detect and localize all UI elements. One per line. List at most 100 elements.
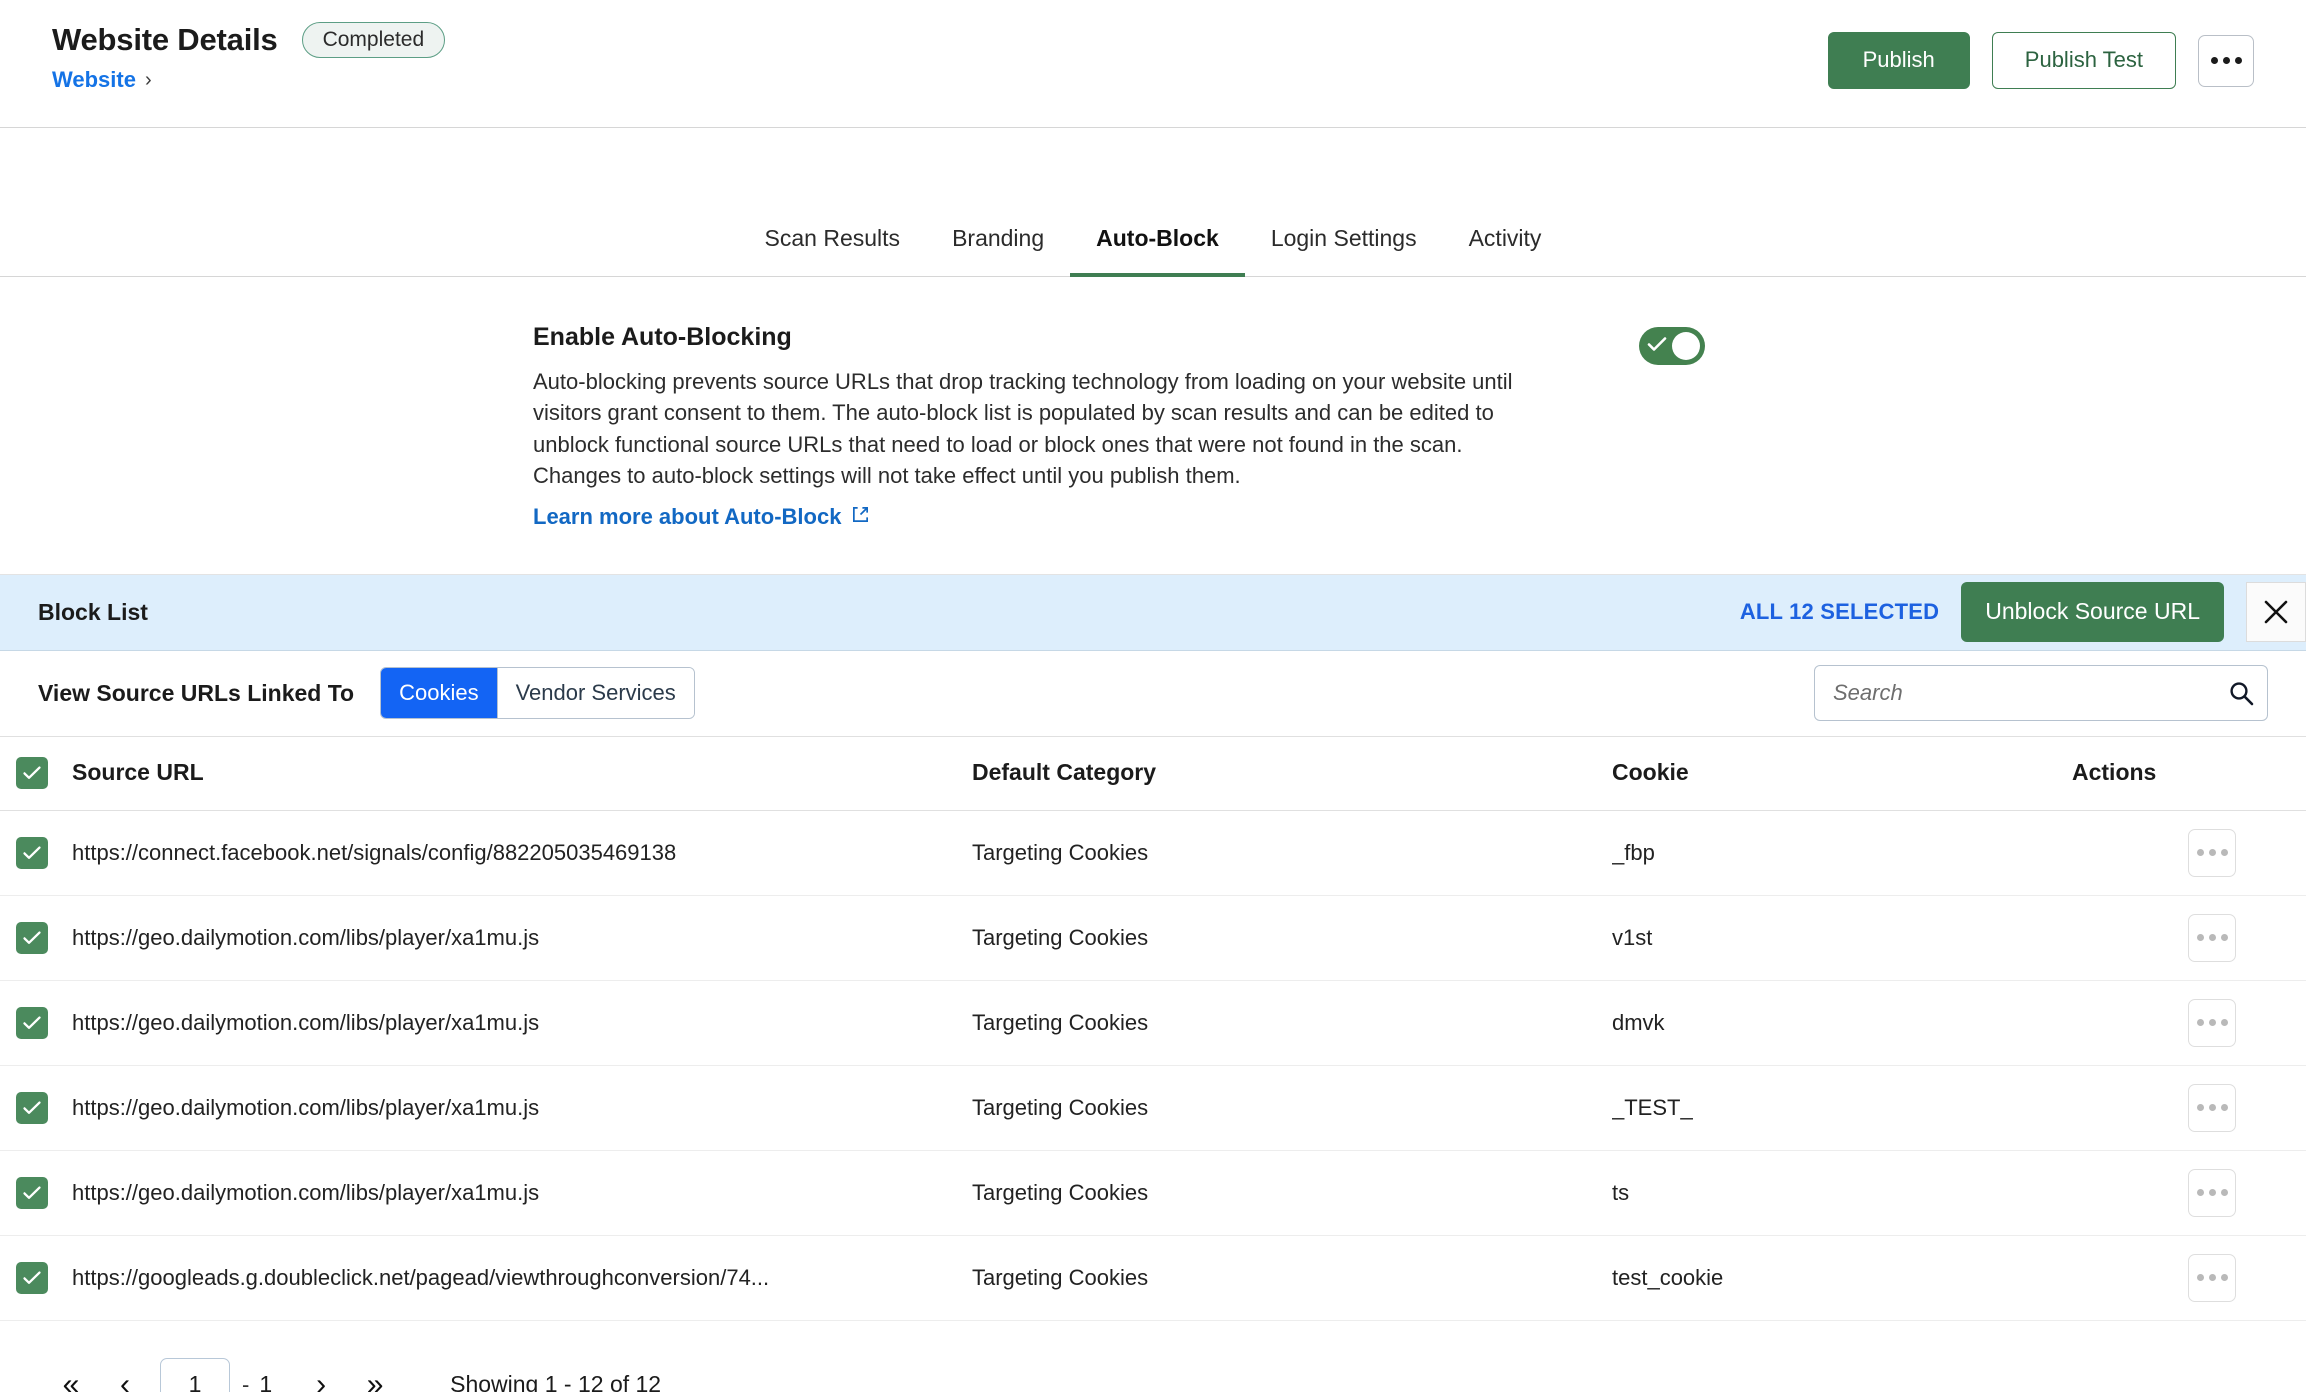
row-select-cell xyxy=(0,980,72,1065)
cell-default-category: Targeting Cookies xyxy=(972,1235,1612,1320)
row-checkbox[interactable] xyxy=(16,1007,48,1039)
cell-source-url: https://connect.facebook.net/signals/con… xyxy=(72,810,972,895)
cell-actions xyxy=(2072,810,2306,895)
close-selection-button[interactable] xyxy=(2246,582,2306,642)
block-list-table: Source URL Default Category Cookie Actio… xyxy=(0,737,2306,1321)
segment-vendor-services[interactable]: Vendor Services xyxy=(497,668,694,718)
cell-cookie: _fbp xyxy=(1612,810,2072,895)
segment-cookies[interactable]: Cookies xyxy=(381,668,496,718)
chevron-right-icon: › xyxy=(145,70,152,90)
toggle-knob xyxy=(1672,332,1700,360)
tab-scan-results[interactable]: Scan Results xyxy=(739,225,927,276)
external-link-icon xyxy=(851,504,870,530)
table-row: https://geo.dailymotion.com/libs/player/… xyxy=(0,1150,2306,1235)
row-select-cell xyxy=(0,1065,72,1150)
block-list-title: Block List xyxy=(38,599,148,626)
cell-actions xyxy=(2072,895,2306,980)
table-row: https://googleads.g.doubleclick.net/page… xyxy=(0,1235,2306,1320)
row-checkbox[interactable] xyxy=(16,1262,48,1294)
cell-source-url: https://geo.dailymotion.com/libs/player/… xyxy=(72,1150,972,1235)
ellipsis-icon xyxy=(2197,1274,2228,1281)
tab-activity[interactable]: Activity xyxy=(1443,225,1568,276)
first-page-button[interactable]: « xyxy=(44,1358,98,1392)
cell-source-url: https://googleads.g.doubleclick.net/page… xyxy=(72,1235,972,1320)
cell-source-url: https://geo.dailymotion.com/libs/player/… xyxy=(72,980,972,1065)
row-checkbox[interactable] xyxy=(16,837,48,869)
pagination: « ‹ - 1 › » Showing 1 - 12 of 12 xyxy=(0,1321,2306,1392)
unblock-source-url-button[interactable]: Unblock Source URL xyxy=(1961,582,2224,642)
auto-block-section: Enable Auto-Blocking Auto-blocking preve… xyxy=(0,277,2306,575)
all-selected-label[interactable]: ALL 12 SELECTED xyxy=(1740,599,1939,625)
row-actions-button[interactable] xyxy=(2188,829,2236,877)
publish-button[interactable]: Publish xyxy=(1828,32,1970,89)
column-header-actions: Actions xyxy=(2072,737,2306,811)
table-row: https://geo.dailymotion.com/libs/player/… xyxy=(0,980,2306,1065)
cell-cookie: test_cookie xyxy=(1612,1235,2072,1320)
cell-default-category: Targeting Cookies xyxy=(972,980,1612,1065)
tab-login-settings[interactable]: Login Settings xyxy=(1245,225,1443,276)
row-select-cell xyxy=(0,1235,72,1320)
cell-source-url: https://geo.dailymotion.com/libs/player/… xyxy=(72,895,972,980)
tab-auto-block[interactable]: Auto-Block xyxy=(1070,225,1245,276)
header-actions: Publish Publish Test xyxy=(1828,32,2254,89)
auto-block-heading: Enable Auto-Blocking xyxy=(533,323,1563,352)
linked-to-segmented-control: Cookies Vendor Services xyxy=(380,667,695,719)
table-row: https://connect.facebook.net/signals/con… xyxy=(0,810,2306,895)
row-checkbox[interactable] xyxy=(16,1177,48,1209)
learn-more-label: Learn more about Auto-Block xyxy=(533,504,841,530)
close-icon xyxy=(2262,598,2290,626)
learn-more-link[interactable]: Learn more about Auto-Block xyxy=(533,504,870,530)
check-icon xyxy=(1647,336,1667,356)
cell-cookie: v1st xyxy=(1612,895,2072,980)
search-input[interactable] xyxy=(1814,665,2268,721)
cell-actions xyxy=(2072,1065,2306,1150)
showing-count: Showing 1 - 12 of 12 xyxy=(450,1371,661,1392)
publish-test-button[interactable]: Publish Test xyxy=(1992,32,2176,89)
auto-block-text: Enable Auto-Blocking Auto-blocking preve… xyxy=(533,323,1563,530)
total-pages: 1 xyxy=(259,1371,272,1392)
more-options-button[interactable] xyxy=(2198,35,2254,87)
breadcrumb-link-website[interactable]: Website xyxy=(52,67,136,93)
cell-cookie: ts xyxy=(1612,1150,2072,1235)
ellipsis-icon xyxy=(2197,1189,2228,1196)
last-page-button[interactable]: » xyxy=(348,1358,402,1392)
ellipsis-icon xyxy=(2197,934,2228,941)
view-source-urls-label: View Source URLs Linked To xyxy=(38,680,354,707)
table-row: https://geo.dailymotion.com/libs/player/… xyxy=(0,895,2306,980)
next-page-button[interactable]: › xyxy=(294,1358,348,1392)
cell-source-url: https://geo.dailymotion.com/libs/player/… xyxy=(72,1065,972,1150)
page-number-input[interactable] xyxy=(160,1358,230,1392)
row-actions-button[interactable] xyxy=(2188,1254,2236,1302)
ellipsis-icon xyxy=(2197,1019,2228,1026)
search-icon[interactable] xyxy=(2228,680,2254,706)
enable-auto-blocking-toggle[interactable] xyxy=(1639,327,1705,365)
row-actions-button[interactable] xyxy=(2188,999,2236,1047)
row-actions-button[interactable] xyxy=(2188,914,2236,962)
cell-default-category: Targeting Cookies xyxy=(972,1150,1612,1235)
tab-bar: Scan Results Branding Auto-Block Login S… xyxy=(0,128,2306,277)
cell-default-category: Targeting Cookies xyxy=(972,1065,1612,1150)
tab-branding[interactable]: Branding xyxy=(926,225,1070,276)
row-actions-button[interactable] xyxy=(2188,1084,2236,1132)
row-select-cell xyxy=(0,810,72,895)
table-body: https://connect.facebook.net/signals/con… xyxy=(0,810,2306,1320)
row-actions-button[interactable] xyxy=(2188,1169,2236,1217)
cell-cookie: dmvk xyxy=(1612,980,2072,1065)
cell-default-category: Targeting Cookies xyxy=(972,810,1612,895)
ellipsis-icon xyxy=(2211,57,2242,64)
select-all-checkbox[interactable] xyxy=(16,757,48,789)
row-checkbox[interactable] xyxy=(16,1092,48,1124)
prev-page-button[interactable]: ‹ xyxy=(98,1358,152,1392)
cell-default-category: Targeting Cookies xyxy=(972,895,1612,980)
column-header-cookie[interactable]: Cookie xyxy=(1612,737,2072,811)
column-header-source-url[interactable]: Source URL xyxy=(72,737,972,811)
auto-block-description: Auto-blocking prevents source URLs that … xyxy=(533,366,1553,492)
page-separator: - xyxy=(238,1372,259,1392)
select-all-cell xyxy=(0,737,72,811)
page-header: Website Details Completed Website › Publ… xyxy=(0,0,2306,128)
table-row: https://geo.dailymotion.com/libs/player/… xyxy=(0,1065,2306,1150)
search-wrapper xyxy=(1814,665,2268,721)
row-checkbox[interactable] xyxy=(16,922,48,954)
auto-block-toggle-wrap xyxy=(1639,323,1705,365)
column-header-default-category[interactable]: Default Category xyxy=(972,737,1612,811)
